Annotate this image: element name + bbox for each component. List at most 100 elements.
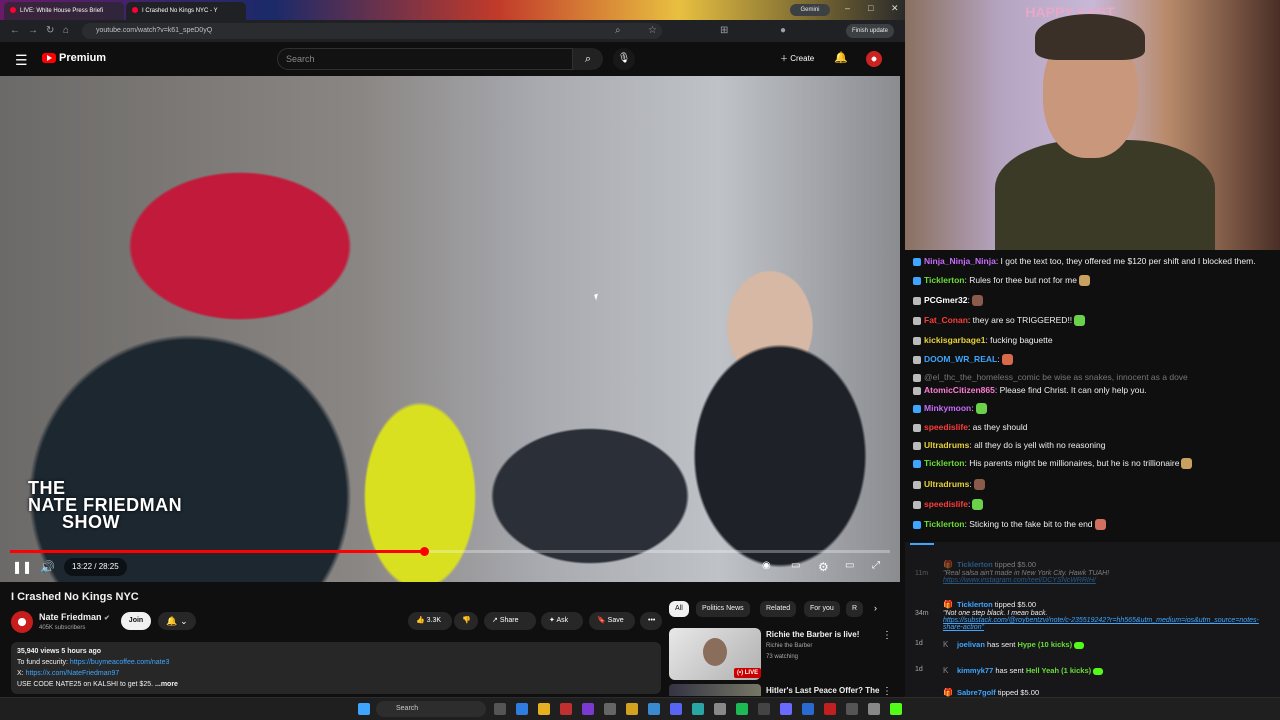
chat-username[interactable]: Minkymoon (924, 403, 971, 413)
url-field[interactable]: youtube.com/watch?v=k61_speD0yQ (82, 23, 662, 39)
close-icon[interactable]: ✕ (891, 3, 899, 14)
chat-username[interactable]: Fat_Conan (924, 315, 968, 325)
subscription-bell-button[interactable]: 🔔 ⌄ (158, 612, 196, 630)
chat-username[interactable]: AtomicCitizen865 (924, 385, 995, 395)
theater-mode-icon[interactable]: ▭ (845, 560, 854, 571)
related-title-2[interactable]: Hitler's Last Peace Offer? The (766, 686, 880, 695)
finish-update-button[interactable]: Finish update (846, 24, 895, 38)
progress-bar[interactable] (10, 547, 890, 556)
bookmark-star-icon[interactable]: ☆ (648, 25, 657, 36)
more-actions-button[interactable]: ••• (640, 612, 662, 630)
back-icon[interactable]: ← (10, 25, 20, 36)
app-icon[interactable] (560, 703, 572, 715)
zoom-icon[interactable]: ⌕ (615, 25, 621, 36)
tip-username[interactable]: Sabre7golf (957, 688, 996, 697)
maximize-icon[interactable]: □ (868, 3, 873, 13)
create-button[interactable]: ＋ Create (776, 50, 818, 68)
settings-gear-icon[interactable]: ⚙ (818, 560, 829, 574)
desc-link[interactable]: https://buymeacoffee.com/nate3 (70, 659, 170, 666)
related-title-1[interactable]: Richie the Barber is live! (766, 630, 859, 639)
chat-username[interactable]: Ultradrums (924, 479, 969, 489)
channel-name[interactable]: Nate Friedman ✔ (39, 612, 110, 622)
join-button[interactable]: Join (121, 612, 151, 630)
chip-related[interactable]: Related (760, 601, 797, 617)
save-button[interactable]: 🔖 Save (589, 612, 635, 630)
browser-tab-press-briefing[interactable]: LIVE: White House Press Briefi (4, 2, 124, 20)
taskbar-search[interactable]: Search (376, 701, 486, 717)
chat-username[interactable]: speedislife (924, 422, 968, 432)
voice-search-button[interactable]: 🎙 (613, 48, 635, 70)
app-icon[interactable] (824, 703, 836, 715)
tip-username[interactable]: Ticklerton (957, 600, 993, 609)
app-icon[interactable] (868, 703, 880, 715)
chat-username[interactable]: Ticklerton (924, 275, 964, 285)
minimize-icon[interactable]: – (845, 3, 850, 13)
fullscreen-icon[interactable]: ⤢ (872, 560, 880, 571)
volume-icon[interactable]: 🔊 (40, 560, 55, 574)
like-button[interactable]: 👍 3.3K (408, 612, 452, 630)
kick-icon[interactable] (890, 703, 902, 715)
forward-icon[interactable]: → (28, 25, 38, 36)
extension-icon[interactable]: ⊞ (720, 25, 728, 36)
chip-for-you[interactable]: For you (804, 601, 840, 617)
edge-icon[interactable] (516, 703, 528, 715)
chat-username[interactable]: Ticklerton (924, 458, 964, 468)
gemini-button[interactable]: Gemini (790, 4, 830, 16)
app-icon[interactable] (692, 703, 704, 715)
desc-link[interactable]: https://x.com/NateFriedman97 (26, 670, 120, 677)
more-vertical-icon[interactable]: ⋮ (882, 686, 892, 697)
menu-icon[interactable]: ☰ (15, 52, 28, 69)
chrome-icon[interactable] (538, 703, 550, 715)
channel-avatar[interactable] (11, 611, 33, 633)
account-avatar[interactable] (866, 51, 882, 67)
ask-button[interactable]: ✦ Ask (541, 612, 583, 630)
browser-tab-active[interactable]: I Crashed No Kings NYC - Y (126, 2, 246, 20)
chat-username[interactable]: PCGmer32 (924, 295, 967, 305)
chat-username[interactable]: DOOM_WR_REAL (924, 354, 997, 364)
chat-username[interactable]: kickisgarbage1 (924, 335, 985, 345)
chat-username[interactable]: speedislife (924, 499, 968, 509)
app-icon[interactable] (846, 703, 858, 715)
app-icon[interactable] (604, 703, 616, 715)
autoplay-toggle-icon[interactable]: ◉ (762, 560, 771, 571)
notifications-bell-icon[interactable]: 🔔 (834, 51, 848, 64)
app-icon[interactable] (758, 703, 770, 715)
tip-link[interactable]: https://www.instagram.com/reel/DCYSNcWRR… (943, 577, 1109, 584)
description-box[interactable]: 35,940 views 5 hours ago To fund securit… (11, 642, 661, 694)
show-more-link[interactable]: ...more (155, 681, 178, 688)
pause-icon[interactable]: ❚❚ (12, 560, 32, 574)
discord-icon[interactable] (670, 703, 682, 715)
search-input[interactable]: Search (277, 48, 573, 70)
tip-link[interactable]: https://substack.com/@roybentzvi/note/c-… (943, 617, 1263, 631)
chip-politics-news[interactable]: Politics News (696, 601, 750, 617)
subtitles-icon[interactable]: ▭ (791, 560, 800, 571)
chat-username[interactable]: Ninja_Ninja_Ninja (924, 256, 996, 266)
tip-username[interactable]: kimmyk77 (957, 666, 993, 675)
task-view-icon[interactable] (494, 703, 506, 715)
chat-username[interactable]: @el_thc_the_homeless_comic (924, 372, 1040, 382)
chevron-right-icon[interactable]: › (874, 603, 877, 613)
file-explorer-icon[interactable] (626, 703, 638, 715)
youtube-logo-icon[interactable] (42, 53, 56, 63)
chip-partial[interactable]: R (846, 601, 864, 617)
video-player[interactable]: THE NATE FRIEDMAN SHOW ❚❚ 🔊 13:22 / 28:2… (0, 76, 900, 582)
app-icon[interactable] (802, 703, 814, 715)
dislike-button[interactable]: 👎 (454, 612, 478, 630)
obs-icon[interactable] (582, 703, 594, 715)
tip-username[interactable]: Ticklerton (957, 560, 993, 569)
brand-label[interactable]: Premium (59, 52, 106, 64)
app-icon[interactable] (648, 703, 660, 715)
start-icon[interactable] (358, 703, 370, 715)
more-vertical-icon[interactable]: ⋮ (882, 630, 892, 641)
chat-username[interactable]: Ultradrums (924, 440, 969, 450)
related-thumbnail-2[interactable] (669, 684, 761, 696)
reload-icon[interactable]: ↻ (46, 25, 54, 36)
home-icon[interactable]: ⌂ (63, 25, 69, 36)
profile-icon[interactable]: ● (780, 25, 786, 36)
app-icon[interactable] (714, 703, 726, 715)
chat-username[interactable]: Ticklerton (924, 519, 964, 529)
tip-username[interactable]: joelivan (957, 640, 985, 649)
share-button[interactable]: ↗ Share (484, 612, 536, 630)
chip-all[interactable]: All (669, 601, 689, 617)
spotify-icon[interactable] (736, 703, 748, 715)
